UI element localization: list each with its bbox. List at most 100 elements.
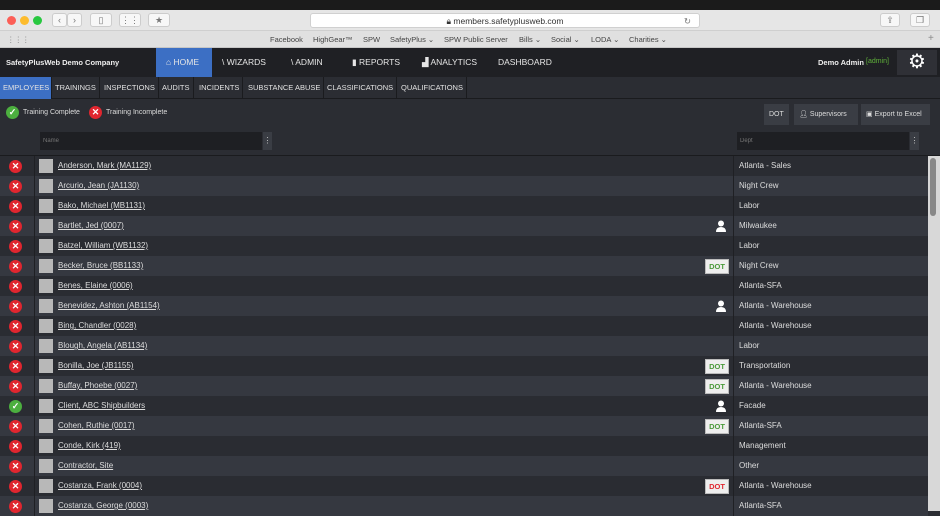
grid-icon[interactable]: ⋮⋮: [119, 13, 141, 27]
divider: [34, 236, 35, 256]
employee-name-link[interactable]: Costanza, Frank (0004): [58, 481, 142, 490]
employee-name-link[interactable]: Bonilla, Joe (JB1155): [58, 361, 133, 370]
table-row: ✕ Blough, Angela (AB1134) Labor: [0, 336, 928, 356]
nav-wizards[interactable]: \ WIZARDS: [212, 48, 276, 77]
tab-inspections[interactable]: INSPECTIONS: [101, 77, 159, 99]
employee-name-link[interactable]: Becker, Bruce (BB1133): [58, 261, 143, 270]
divider: [34, 396, 35, 416]
filter-row: ⋮ ⋮: [0, 127, 940, 156]
employee-name-link[interactable]: Arcurio, Jean (JA1130): [58, 181, 139, 190]
user-name[interactable]: Demo Admin: [818, 58, 864, 67]
share-icon[interactable]: ⇪: [880, 13, 900, 27]
employee-name-link[interactable]: Bako, Michael (MB1131): [58, 201, 145, 210]
nav-dashboard[interactable]: DASHBOARD: [488, 48, 562, 77]
back-icon[interactable]: ‹: [52, 13, 67, 27]
employee-name-link[interactable]: Conde, Kirk (419): [58, 441, 121, 450]
dot-badge: DOT: [705, 419, 729, 434]
tab-employees[interactable]: EMPLOYEES: [0, 77, 52, 99]
sidebar-icon[interactable]: ▯: [90, 13, 112, 27]
nav-home[interactable]: ⌂ HOME: [156, 48, 212, 77]
employee-name-link[interactable]: Blough, Angela (AB1134): [58, 341, 147, 350]
tab-qualifications[interactable]: QUALIFICATIONS: [398, 77, 467, 99]
url-bar[interactable]: 🔒︎ members.safetyplusweb.com ↻: [310, 13, 700, 28]
bookmark[interactable]: SPW Public Server: [444, 35, 508, 44]
employee-name-link[interactable]: Costanza, George (0003): [58, 501, 148, 510]
bookmark[interactable]: Social ⌄: [551, 35, 580, 44]
apps-grid-icon[interactable]: ⋮⋮⋮: [7, 35, 30, 44]
tab-trainings[interactable]: TRAININGS: [52, 77, 100, 99]
employee-name-link[interactable]: Buffay, Phoebe (0027): [58, 381, 137, 390]
nav-analytics[interactable]: ▟ ANALYTICS: [412, 48, 487, 77]
tab-classifications[interactable]: CLASSIFICATIONS: [324, 77, 398, 99]
scrollbar-thumb[interactable]: [930, 158, 936, 216]
employee-name-link[interactable]: Cohen, Ruthie (0017): [58, 421, 135, 430]
avatar: [39, 439, 53, 453]
dot-badge: DOT: [705, 479, 729, 494]
tab-audits[interactable]: AUDITS: [159, 77, 194, 99]
bookmark[interactable]: Bills ⌄: [519, 35, 541, 44]
tab-substance-abuse[interactable]: SUBSTANCE ABUSE: [245, 77, 325, 99]
zoom-window-button[interactable]: [33, 16, 42, 25]
check-icon: ✓: [9, 400, 22, 413]
table-row: ✕ Costanza, Frank (0004) DOT Atlanta - War…: [0, 476, 928, 496]
x-icon: ✕: [9, 160, 22, 173]
employee-name-link[interactable]: Bartlet, Jed (0007): [58, 221, 124, 230]
bookmark[interactable]: SPW: [363, 35, 380, 44]
bookmark[interactable]: Charities ⌄: [629, 35, 667, 44]
employee-name-link[interactable]: Bing, Chandler (0028): [58, 321, 136, 330]
table-row: ✕ Arcurio, Jean (JA1130) Night Crew: [0, 176, 928, 196]
name-filter-menu-icon[interactable]: ⋮: [263, 132, 272, 150]
dept-filter-input[interactable]: [737, 132, 909, 150]
avatar: [39, 159, 53, 173]
bookmark[interactable]: HighGear™: [313, 35, 353, 44]
supervisors-button[interactable]: 👤︎ Supervisors: [794, 104, 858, 125]
employee-name-link[interactable]: Benes, Elaine (0006): [58, 281, 133, 290]
avatar: [39, 179, 53, 193]
tabs-icon[interactable]: ❐: [910, 13, 930, 27]
table-row: ✕ Contractor, Site Other: [0, 456, 928, 476]
check-icon: ✓: [6, 106, 19, 119]
legend-incomplete: Training Incomplete: [106, 109, 168, 116]
divider: [733, 476, 734, 496]
minimize-window-button[interactable]: [20, 16, 29, 25]
scrollbar[interactable]: [928, 156, 940, 511]
bookmark[interactable]: LODA ⌄: [591, 35, 619, 44]
add-bookmark-icon[interactable]: +: [928, 33, 934, 44]
dept-filter-menu-icon[interactable]: ⋮: [910, 132, 919, 150]
legend-bar: ✓ Training Complete ✕ Training Incomplet…: [0, 99, 940, 127]
name-filter-input[interactable]: [40, 132, 262, 150]
reload-icon[interactable]: ↻: [684, 14, 691, 28]
employee-table: ✕ Anderson, Mark (MA1129) Atlanta - Sales…: [0, 156, 928, 516]
table-row: ✕ Benevidez, Ashton (AB1154) Atlanta - Wa…: [0, 296, 928, 316]
export-excel-button[interactable]: ▣ Export to Excel: [861, 104, 930, 125]
employee-name-link[interactable]: Benevidez, Ashton (AB1154): [58, 301, 160, 310]
tab-incidents[interactable]: INCIDENTS: [196, 77, 244, 99]
divider: [34, 336, 35, 356]
x-icon: ✕: [9, 360, 22, 373]
bookmark[interactable]: Facebook: [270, 35, 303, 44]
dot-badge: DOT: [705, 259, 729, 274]
employee-dept: Atlanta - Warehouse: [739, 301, 812, 310]
excel-icon: ▣: [866, 111, 875, 118]
divider: [34, 196, 35, 216]
dot-filter-button[interactable]: DOT: [764, 104, 789, 125]
employee-name-link[interactable]: Client, ABC Shipbuilders: [58, 401, 145, 410]
settings-gear-icon[interactable]: ⚙: [897, 50, 937, 75]
employee-dept: Facade: [739, 401, 766, 410]
bookmark-star-icon[interactable]: ★: [148, 13, 170, 27]
divider: [733, 496, 734, 516]
employee-name-link[interactable]: Contractor, Site: [58, 461, 113, 470]
table-row: ✕ Costanza, George (0003) Atlanta-SFA: [0, 496, 928, 516]
employee-name-link[interactable]: Anderson, Mark (MA1129): [58, 161, 151, 170]
employee-dept: Transportation: [739, 361, 791, 370]
divider: [34, 456, 35, 476]
forward-icon[interactable]: ›: [67, 13, 82, 27]
person-icon: 👤︎: [799, 111, 810, 118]
employee-dept: Labor: [739, 341, 760, 350]
nav-reports[interactable]: ▮ REPORTS: [342, 48, 410, 77]
x-icon: ✕: [9, 420, 22, 433]
employee-name-link[interactable]: Batzel, William (WB1132): [58, 241, 148, 250]
bookmark[interactable]: SafetyPlus ⌄: [390, 35, 434, 44]
nav-admin[interactable]: \ ADMIN: [281, 48, 333, 77]
close-window-button[interactable]: [7, 16, 16, 25]
